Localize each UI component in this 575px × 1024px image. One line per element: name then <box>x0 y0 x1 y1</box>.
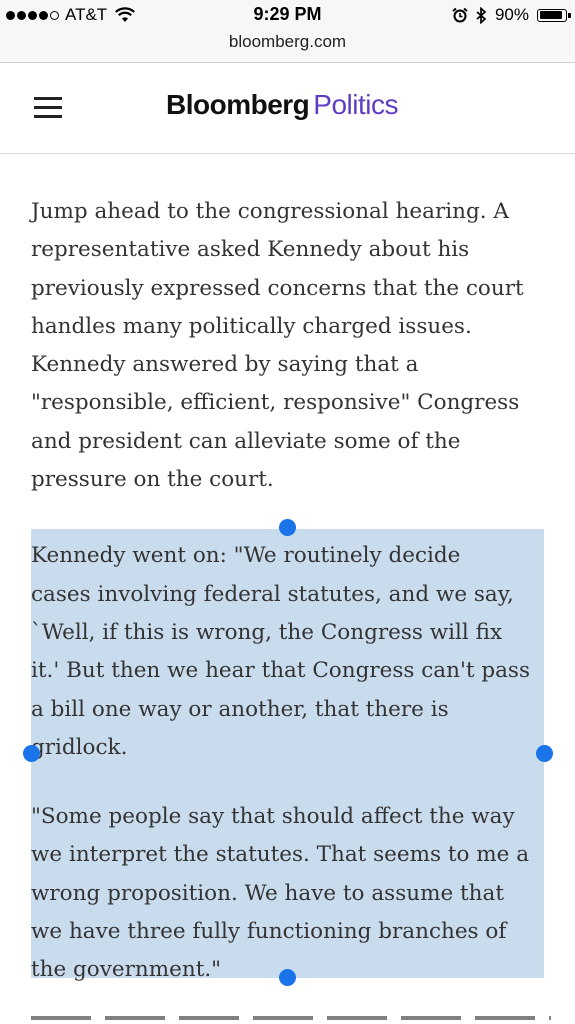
browser-top-bar: AT&T 9:29 PM 90% bloomberg.com <box>0 0 575 63</box>
article-paragraph: Jump ahead to the congressional hearing.… <box>31 199 524 493</box>
battery-level-fill <box>539 11 562 19</box>
article-paragraph-selected: "Some people say that should affect the … <box>31 804 530 983</box>
article-body: Jump ahead to the congressional hearing.… <box>31 193 551 990</box>
next-line-partial <box>31 1016 551 1024</box>
selection-handle-bottom[interactable] <box>279 969 296 986</box>
alarm-icon <box>452 7 468 23</box>
logo-bloomberg: Bloomberg <box>166 89 310 120</box>
battery-percent: 90% <box>494 5 529 24</box>
battery-icon <box>537 8 571 22</box>
selection-handle-top[interactable] <box>279 519 296 536</box>
selection-handle-left[interactable] <box>23 745 40 762</box>
logo-politics: Politics <box>313 89 398 120</box>
url-field[interactable]: bloomberg.com <box>0 32 575 52</box>
bluetooth-icon <box>476 6 487 24</box>
status-right: 90% <box>452 5 571 25</box>
selection-handle-right[interactable] <box>536 745 553 762</box>
hamburger-menu-icon[interactable] <box>34 95 64 121</box>
site-logo[interactable]: Bloomberg Politics <box>166 89 398 121</box>
article-paragraph-selected: Kennedy went on: "We routinely decide ca… <box>31 543 530 760</box>
site-header: Bloomberg Politics <box>0 63 575 154</box>
